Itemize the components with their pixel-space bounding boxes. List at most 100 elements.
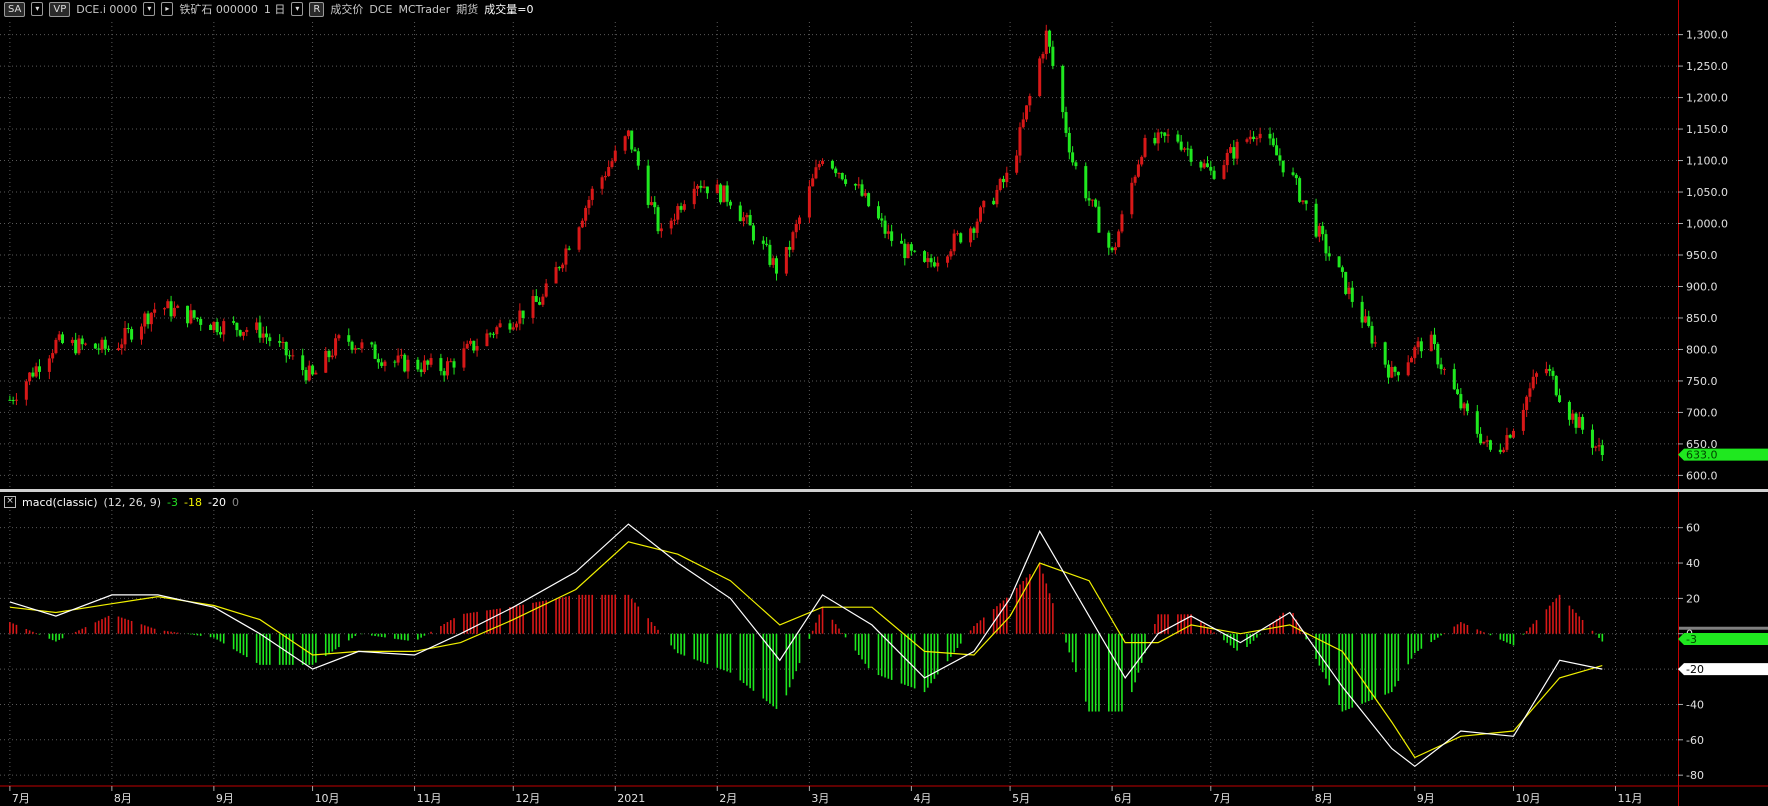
candle-body xyxy=(715,184,719,194)
candle-body xyxy=(1025,105,1029,120)
macd-last-marker-label: -3 xyxy=(1686,633,1697,646)
candle-body xyxy=(817,164,821,168)
candle-body xyxy=(880,218,884,221)
candle-body xyxy=(1554,375,1558,396)
candle-body xyxy=(544,283,548,297)
candle-body xyxy=(1393,366,1397,372)
candle-body xyxy=(771,258,775,265)
candle-body xyxy=(1416,341,1420,348)
time-tick-label: 7月 xyxy=(1213,792,1231,805)
candle-body xyxy=(876,206,880,219)
candle-body xyxy=(952,233,956,252)
candle-body xyxy=(1153,137,1157,144)
candle-body xyxy=(1505,435,1509,450)
price-tick-label: 1,000.0 xyxy=(1686,218,1728,231)
candle-body xyxy=(508,323,512,330)
candle-body xyxy=(1156,132,1160,144)
candle-body xyxy=(745,215,749,218)
signal-last-marker-label: -20 xyxy=(1686,663,1704,676)
candle-body xyxy=(1581,416,1585,430)
candle-body xyxy=(28,372,32,382)
candle-body xyxy=(1429,334,1433,352)
price-tick-label: 700.0 xyxy=(1686,406,1718,419)
candle-body xyxy=(853,183,857,186)
candle-body xyxy=(261,333,265,338)
candle-body xyxy=(54,339,58,354)
candle-body xyxy=(1199,161,1203,168)
candle-body xyxy=(1245,139,1249,142)
candle-body xyxy=(1558,395,1562,403)
chart-canvas[interactable]: 1,300.0 1,250.0 1,200.0 1,150.0 1,100.0 1,050… xyxy=(0,0,1768,806)
candle-body xyxy=(1133,176,1137,183)
candle-body xyxy=(1291,172,1295,175)
candle-body xyxy=(1229,147,1233,153)
candle-body xyxy=(1110,247,1114,251)
candle-body xyxy=(232,321,236,323)
candle-body xyxy=(1347,287,1351,294)
candle-body xyxy=(788,246,792,250)
candle-body xyxy=(357,348,361,350)
candle-body xyxy=(403,354,407,372)
candle-body xyxy=(1248,136,1252,140)
candle-body xyxy=(1386,364,1390,378)
candle-body xyxy=(1117,231,1121,248)
candle-body xyxy=(116,348,120,351)
time-tick-label: 9月 xyxy=(216,792,234,805)
candle-body xyxy=(498,323,502,328)
candle-body xyxy=(649,202,653,205)
macd-tick-label: -60 xyxy=(1686,734,1704,747)
candle-body xyxy=(1439,364,1443,370)
candle-body xyxy=(1163,132,1167,136)
candle-body xyxy=(676,206,680,220)
candle-body xyxy=(347,335,351,342)
candle-body xyxy=(14,399,18,401)
candle-body xyxy=(1130,182,1134,215)
candle-body xyxy=(1475,411,1479,434)
candle-body xyxy=(587,199,591,208)
price-tick-label: 1,100.0 xyxy=(1686,155,1728,168)
candle-body xyxy=(103,339,107,349)
candle-body xyxy=(742,217,746,222)
candle-body xyxy=(1597,445,1601,447)
candle-body xyxy=(515,323,519,328)
candle-body xyxy=(1067,132,1071,153)
candle-body xyxy=(1064,112,1068,133)
candle-body xyxy=(1367,316,1371,326)
candle-body xyxy=(926,258,930,262)
candle-body xyxy=(518,310,522,324)
candle-body xyxy=(445,361,449,376)
candle-body xyxy=(1594,446,1598,448)
candle-body xyxy=(1327,253,1331,257)
candle-body xyxy=(1136,164,1140,177)
candle-body xyxy=(327,350,331,358)
candle-body xyxy=(139,326,143,340)
candle-body xyxy=(74,339,78,354)
candle-body xyxy=(1179,141,1183,150)
candle-body xyxy=(301,355,305,370)
candle-body xyxy=(376,358,380,363)
panel-separator xyxy=(0,489,1768,492)
candle-body xyxy=(955,233,959,235)
candle-body xyxy=(1281,160,1285,173)
candle-body xyxy=(659,228,663,232)
candle-body xyxy=(1021,119,1025,128)
candle-body xyxy=(255,322,259,330)
candle-body xyxy=(1002,178,1006,183)
candle-body xyxy=(672,219,676,221)
candle-body xyxy=(538,301,542,305)
candle-body xyxy=(959,233,963,243)
candle-body xyxy=(1600,445,1604,456)
candle-body xyxy=(1525,396,1529,410)
candle-body xyxy=(284,341,288,356)
candle-body xyxy=(429,358,433,365)
price-tick-label: 950.0 xyxy=(1686,249,1718,262)
axis-layer: 1,300.0 1,250.0 1,200.0 1,150.0 1,100.0 1,050… xyxy=(0,0,1768,806)
candle-body xyxy=(492,333,496,335)
time-tick-label: 7月 xyxy=(12,792,30,805)
candle-body xyxy=(932,262,936,267)
candle-body xyxy=(1209,166,1213,171)
macd-tick-label: 20 xyxy=(1686,592,1700,605)
time-tick-label: 5月 xyxy=(1012,792,1030,805)
macd-tick-label: -40 xyxy=(1686,698,1704,711)
candle-body xyxy=(393,361,397,363)
